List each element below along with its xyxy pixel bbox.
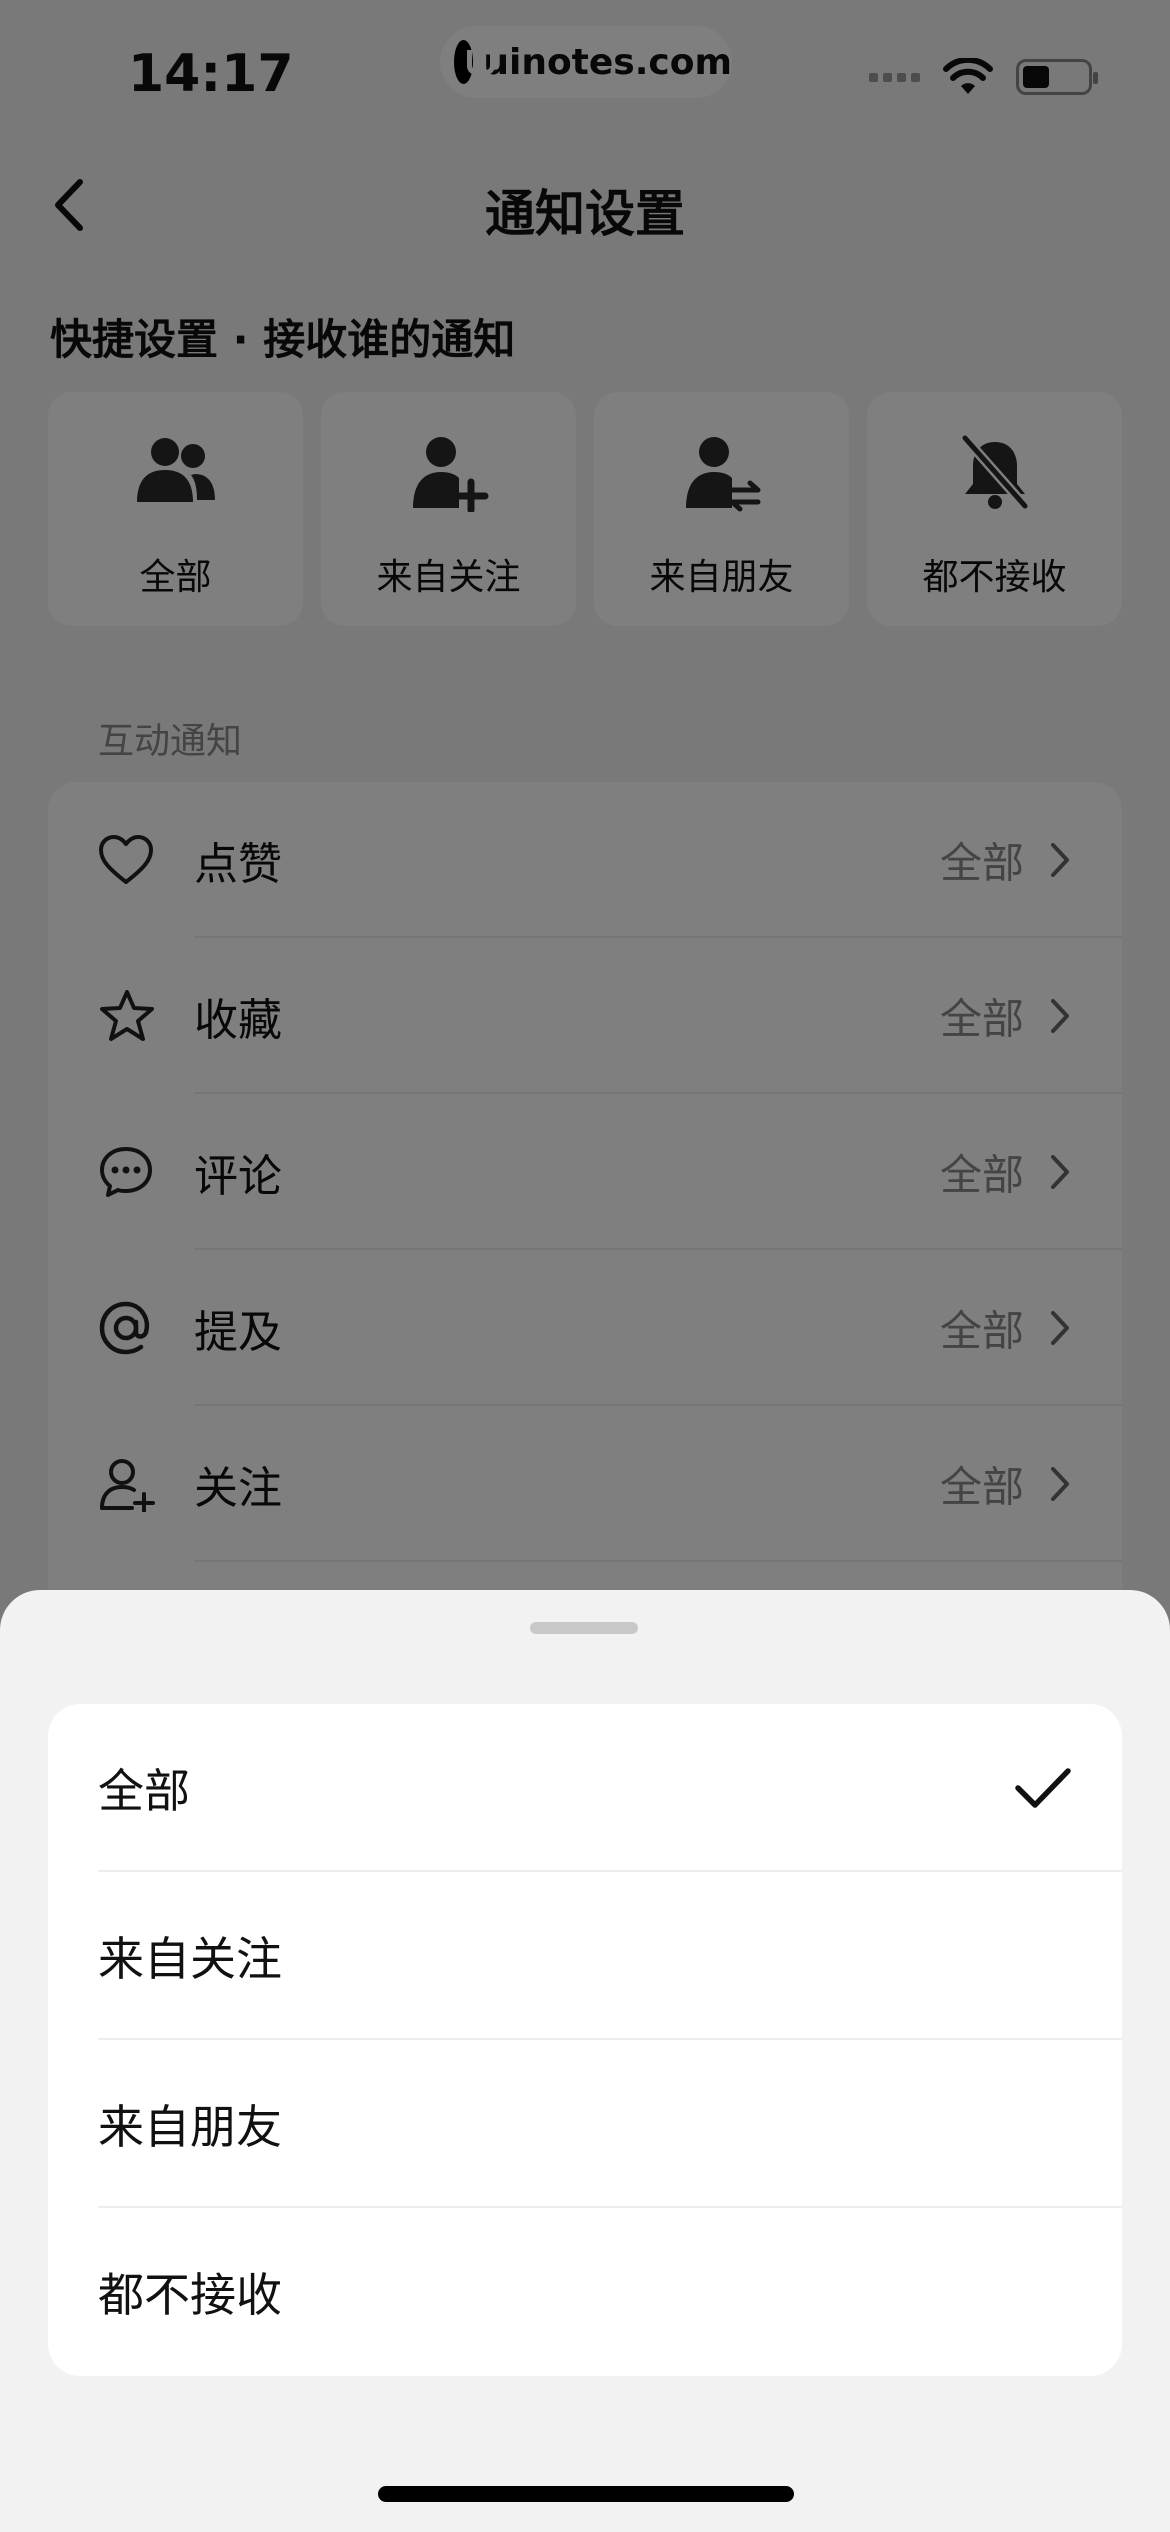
sheet-option-none[interactable]: 都不接收 bbox=[48, 2208, 1122, 2376]
home-indicator[interactable] bbox=[378, 2486, 794, 2502]
sheet-drag-handle[interactable] bbox=[530, 1622, 638, 1634]
sheet-option-all[interactable]: 全部 bbox=[48, 1704, 1122, 1872]
sheet-option-following[interactable]: 来自关注 bbox=[48, 1872, 1122, 2040]
sheet-options: 全部 来自关注 来自朋友 都不接收 bbox=[48, 1704, 1122, 2376]
sheet-option-label: 都不接收 bbox=[98, 2268, 282, 2322]
sheet-option-label: 来自关注 bbox=[98, 1932, 282, 1986]
sheet-option-label: 全部 bbox=[98, 1764, 190, 1818]
bottom-sheet: 全部 来自关注 来自朋友 都不接收 bbox=[0, 1590, 1170, 2532]
sheet-option-label: 来自朋友 bbox=[98, 2100, 282, 2154]
screen: 14:17 uinotes.com 通知设置 快捷设置 · 接收谁的通知 bbox=[0, 0, 1170, 2532]
sheet-option-friends[interactable]: 来自朋友 bbox=[48, 2040, 1122, 2208]
checkmark-icon bbox=[1015, 1768, 1071, 1808]
